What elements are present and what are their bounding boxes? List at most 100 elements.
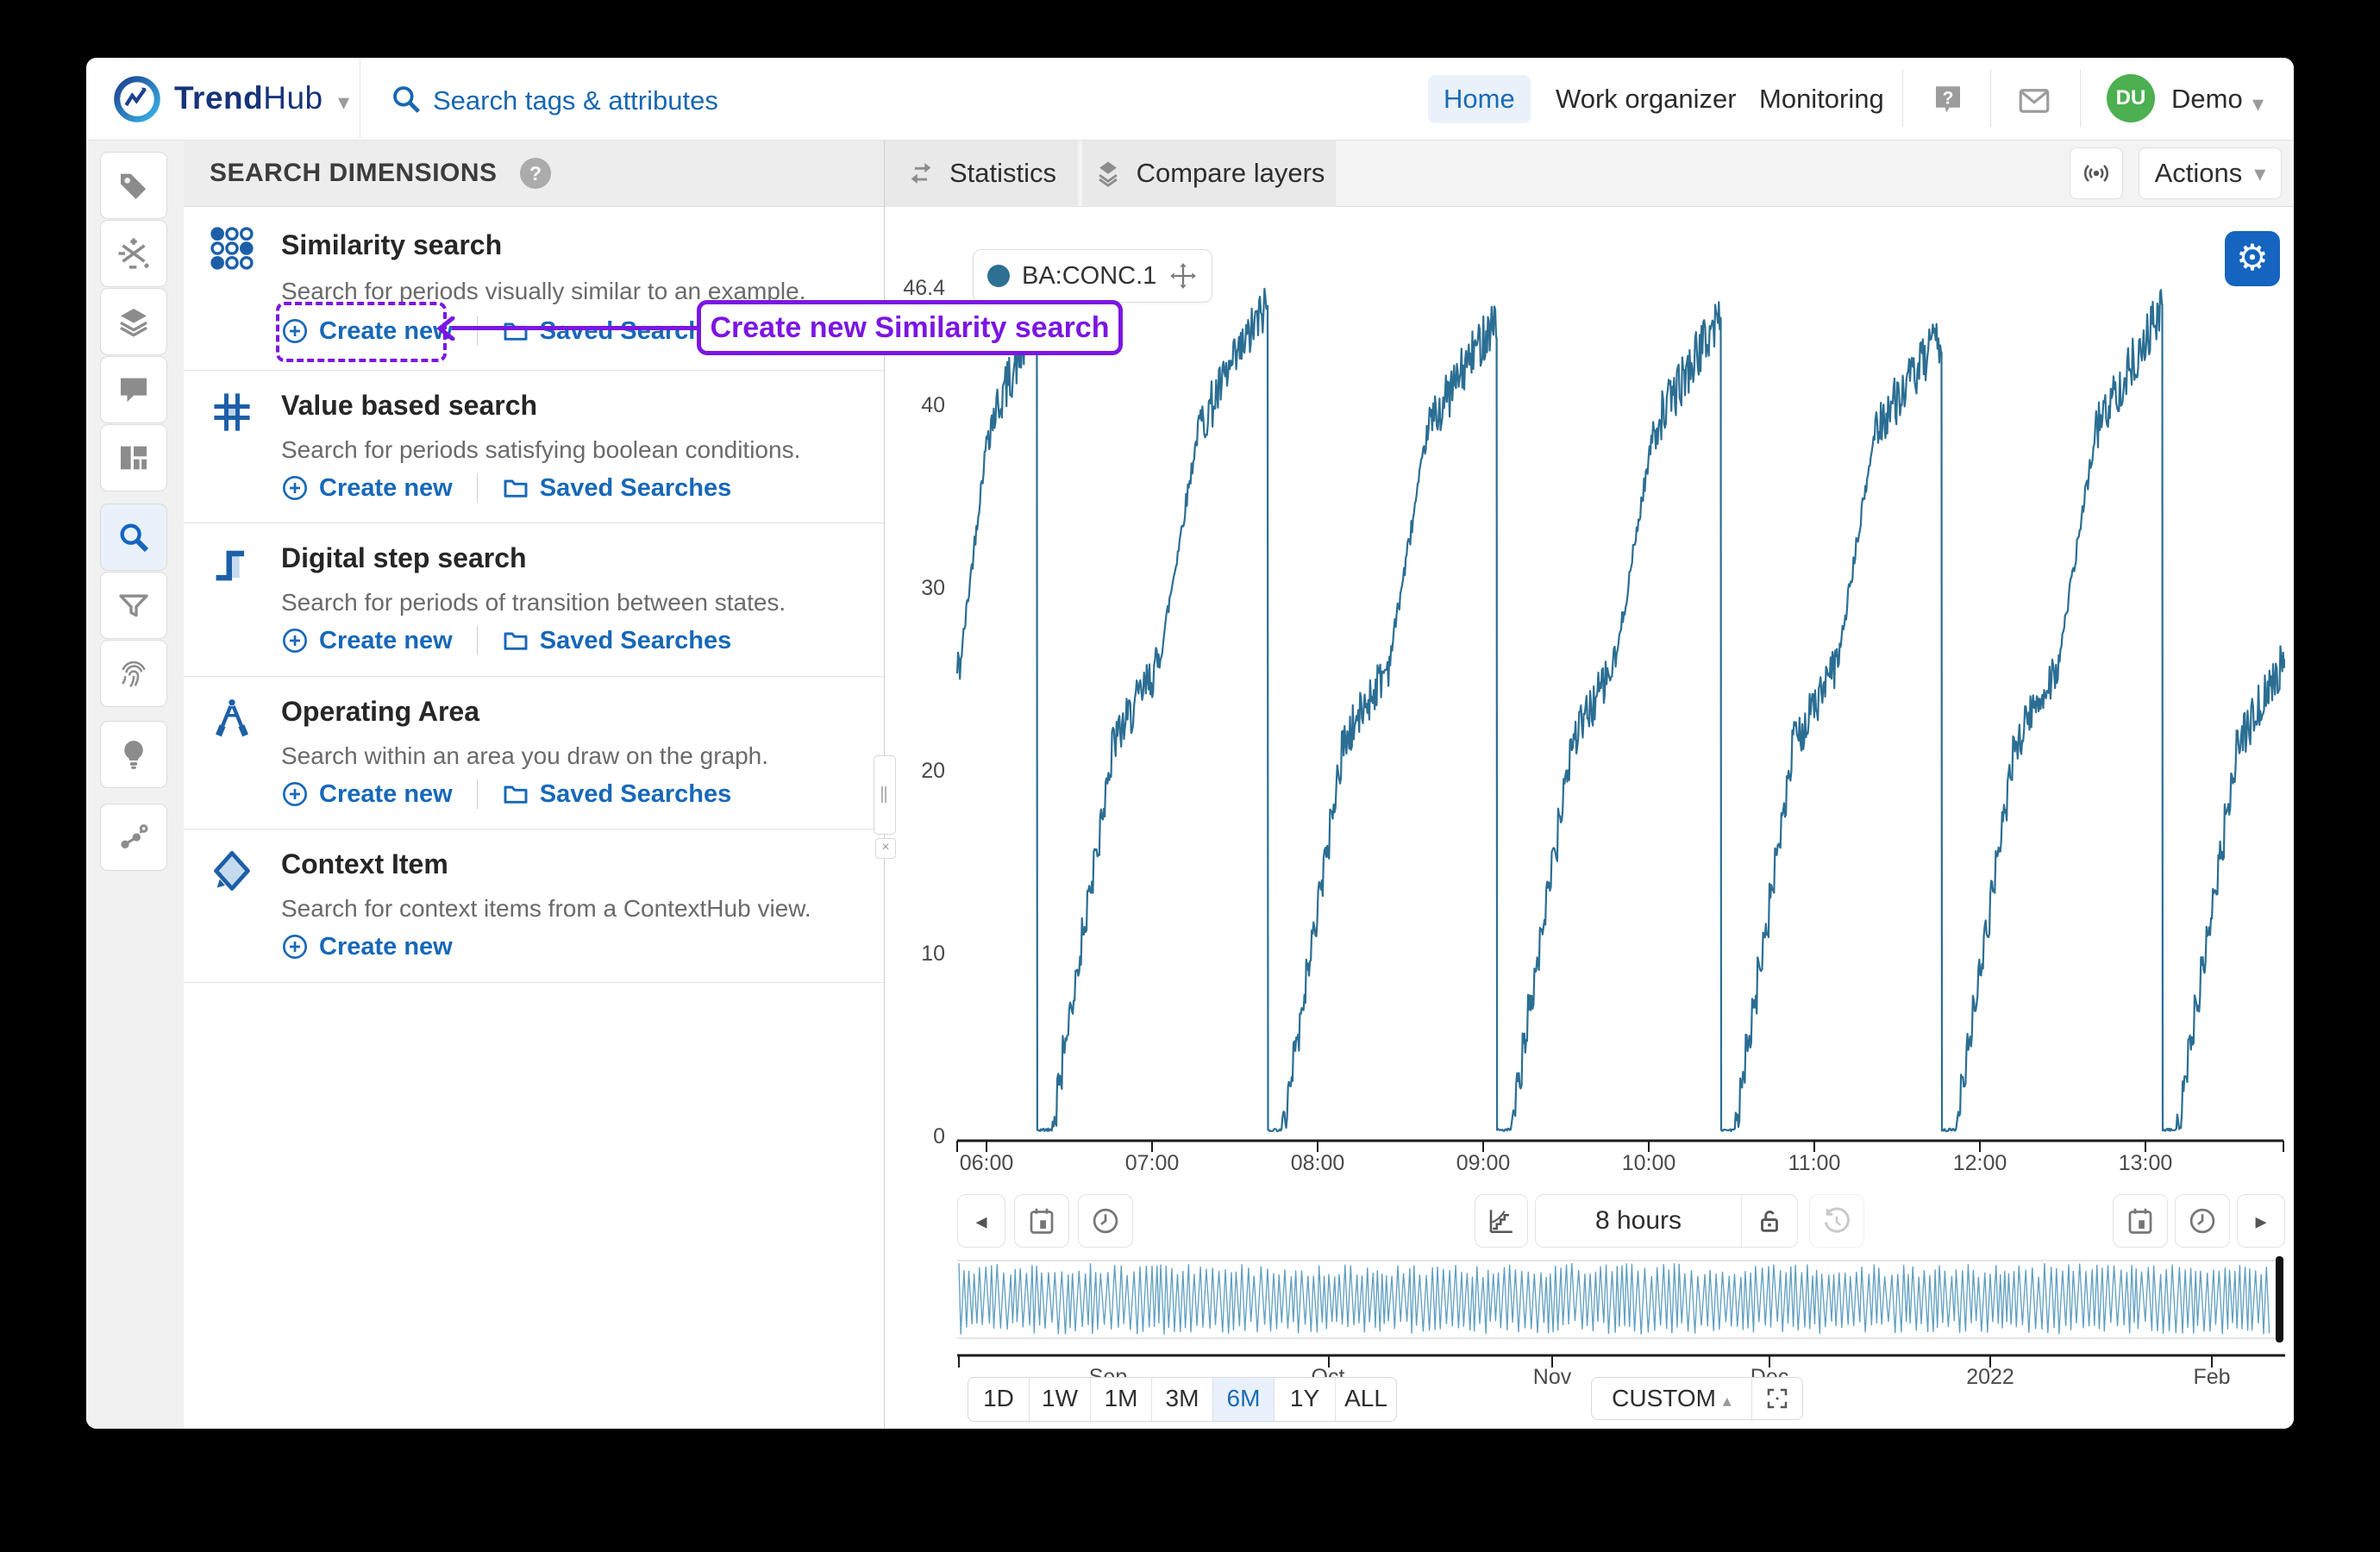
end-calendar-button[interactable]: [2113, 1194, 2168, 1248]
start-time-button[interactable]: [1078, 1194, 1133, 1248]
panel-title: SEARCH DIMENSIONS: [210, 159, 498, 188]
clock-icon: [1090, 1205, 1121, 1236]
nav-work-organizer[interactable]: Work organizer: [1540, 75, 1752, 123]
search-tool-icon: [116, 520, 151, 554]
operating-area-icon: [210, 696, 254, 741]
search-icon: [390, 83, 423, 116]
overview-month-label: 2022: [1943, 1365, 2038, 1390]
context-create-new-link[interactable]: Create new: [281, 933, 453, 961]
zoom-1d-button[interactable]: 1D: [968, 1378, 1029, 1421]
zoom-1m-button[interactable]: 1M: [1090, 1378, 1151, 1421]
overview-strip[interactable]: [955, 1255, 2287, 1371]
x-axis-label: 06:00: [935, 1151, 1038, 1176]
divider: [1990, 70, 1991, 127]
help-icon[interactable]: ?: [1930, 82, 1966, 118]
section-description: Search for periods satisfying boolean co…: [281, 436, 800, 464]
history-button[interactable]: [1809, 1194, 1864, 1248]
fit-range-button[interactable]: [1751, 1378, 1802, 1419]
view-toolbar: Statistics Compare layers New view Actio…: [885, 140, 2294, 207]
y-axis-label: 30: [845, 576, 945, 601]
panel-help-icon[interactable]: ?: [520, 158, 551, 189]
selection-handle[interactable]: [2276, 1256, 2283, 1342]
zoom-1w-button[interactable]: 1W: [1029, 1378, 1090, 1421]
top-bar: TrendHub ▾ Search tags & attributes Home…: [86, 58, 2294, 141]
x-axis-label: 10:00: [1597, 1151, 1700, 1176]
fingerprint-icon: [116, 656, 151, 691]
annotation-highlight-box: [276, 302, 447, 362]
pan-left-button[interactable]: ◂: [957, 1194, 1005, 1248]
live-mode-button[interactable]: [2070, 147, 2123, 199]
y-axis-label: 40: [845, 393, 945, 418]
nav-home[interactable]: Home: [1428, 75, 1531, 123]
user-menu-chevron-icon[interactable]: ▾: [2252, 91, 2264, 117]
value-saved-searches-link[interactable]: Saved Searches: [502, 474, 731, 503]
duration-value[interactable]: 8 hours: [1536, 1206, 1741, 1236]
nav-monitoring[interactable]: Monitoring: [1744, 75, 1900, 123]
lock-open-icon: [1755, 1206, 1784, 1236]
zoom-all-button[interactable]: ALL: [1335, 1378, 1396, 1421]
digital-create-new-link[interactable]: Create new: [281, 627, 453, 655]
rail-dashboard-button[interactable]: [100, 424, 167, 491]
folder-icon: [502, 317, 529, 345]
compare-layers-icon: [1093, 159, 1123, 188]
tag-search-input[interactable]: Search tags & attributes: [433, 85, 718, 116]
clock-icon: [2187, 1205, 2218, 1236]
tag-icon: [116, 168, 151, 203]
actions-button[interactable]: Actions ▾: [2139, 147, 2282, 199]
chevron-up-icon: ▴: [1723, 1392, 1732, 1411]
x-axis-label: 11:00: [1763, 1151, 1866, 1176]
user-menu[interactable]: Demo: [2171, 84, 2243, 115]
rail-ml-button[interactable]: [100, 804, 167, 871]
tab-compare-layers-label: Compare layers: [1137, 158, 1325, 189]
panel-resize-handle[interactable]: ‖: [874, 755, 896, 835]
zoom-1y-button[interactable]: 1Y: [1274, 1378, 1335, 1421]
rail-layers-button[interactable]: [100, 288, 167, 355]
circle-plus-icon: [281, 780, 309, 808]
overview-month-label: Nov: [1505, 1365, 1600, 1390]
custom-range-button[interactable]: CUSTOM ▴: [1592, 1385, 1751, 1412]
move-icon[interactable]: [1168, 261, 1198, 291]
pan-right-button[interactable]: ▸: [2237, 1194, 2285, 1248]
panel-header: SEARCH DIMENSIONS ?: [184, 140, 884, 207]
folder-icon: [502, 627, 529, 654]
mail-icon[interactable]: [2016, 83, 2052, 119]
tag-chip[interactable]: BA:CONC.1: [973, 249, 1212, 303]
rail-tag-button[interactable]: [100, 152, 167, 219]
value-create-new-link[interactable]: Create new: [281, 474, 453, 503]
divider: [477, 779, 478, 809]
app-switcher-chevron-icon[interactable]: ▾: [338, 89, 349, 116]
circle-plus-icon: [281, 933, 309, 961]
rail-formula-button[interactable]: [100, 220, 167, 287]
folder-icon: [502, 474, 529, 502]
tab-compare-layers[interactable]: Compare layers: [1082, 140, 1336, 207]
interpolation-type-button[interactable]: [1475, 1194, 1528, 1248]
calendar-icon: [1026, 1205, 1057, 1236]
rail-search-button[interactable]: [100, 504, 167, 571]
saved-searches-label: Saved Searches: [540, 780, 731, 809]
zoom-6m-button[interactable]: 6M: [1212, 1378, 1274, 1421]
operating-saved-searches-link[interactable]: Saved Searches: [502, 780, 731, 809]
rail-recommendation-button[interactable]: [100, 721, 167, 788]
chart-settings-button[interactable]: ⚙: [2225, 231, 2280, 286]
start-calendar-button[interactable]: [1014, 1194, 1069, 1248]
tool-rail: [86, 140, 184, 1429]
rail-filter-button[interactable]: [100, 572, 167, 639]
y-axis-label: 10: [845, 942, 945, 967]
operating-create-new-link[interactable]: Create new: [281, 780, 453, 809]
create-new-label: Create new: [319, 474, 453, 503]
avatar[interactable]: DU: [2107, 74, 2155, 122]
panel-collapse-button[interactable]: ×: [875, 838, 896, 859]
section-context-item: Context Item Search for context items fr…: [184, 829, 884, 983]
overview-series: [959, 1263, 2270, 1335]
digital-saved-searches-link[interactable]: Saved Searches: [502, 627, 731, 655]
rail-comment-button[interactable]: [100, 356, 167, 423]
circle-plus-icon: [281, 474, 309, 502]
duration-lock-button[interactable]: [1741, 1195, 1797, 1247]
trend-chart[interactable]: [955, 278, 2285, 1167]
end-time-button[interactable]: [2175, 1194, 2230, 1248]
filter-icon: [116, 588, 151, 623]
tab-statistics[interactable]: Statistics: [885, 140, 1078, 207]
zoom-3m-button[interactable]: 3M: [1151, 1378, 1212, 1421]
rail-fingerprint-button[interactable]: [100, 640, 167, 707]
x-axis-label: 12:00: [1928, 1151, 2032, 1176]
